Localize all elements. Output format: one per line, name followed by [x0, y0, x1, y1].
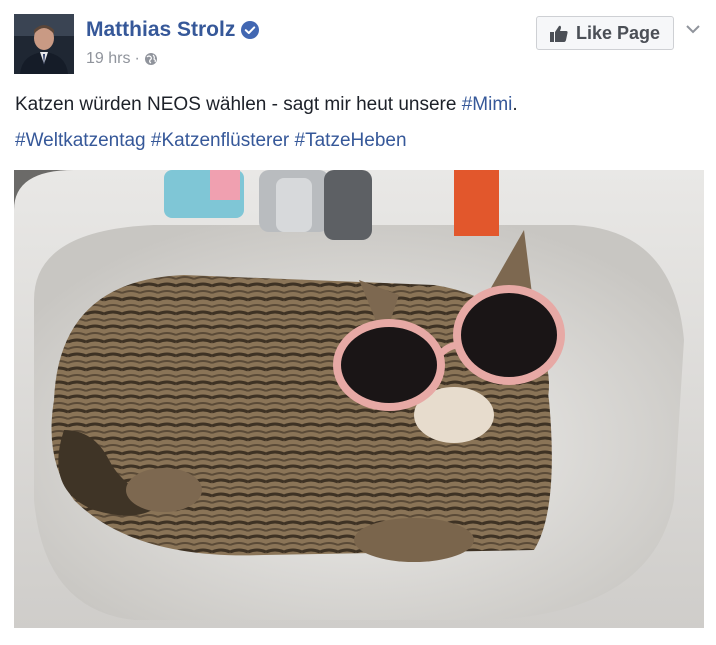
post-text-main: Katzen würden NEOS wählen - sagt mir heu…: [15, 94, 462, 115]
post-timestamp[interactable]: 19 hrs: [86, 50, 130, 68]
author-row: Matthias Strolz: [86, 18, 260, 42]
thumbs-up-icon: [549, 25, 568, 42]
hashtag-weltkatzentag[interactable]: #Weltkatzentag: [15, 130, 146, 151]
globe-icon[interactable]: [144, 52, 158, 66]
post-text-end: .: [512, 94, 518, 115]
hashtag-katzenfluesterer[interactable]: #Katzenflüsterer: [151, 130, 289, 151]
meta-separator: ·: [134, 50, 140, 67]
like-page-button[interactable]: Like Page: [536, 16, 674, 50]
author-name[interactable]: Matthias Strolz: [86, 18, 235, 42]
post-photo[interactable]: [14, 170, 704, 628]
post-meta: 19 hrs ·: [86, 50, 158, 68]
hashtag-tatzeheben[interactable]: #TatzeHeben: [295, 130, 407, 151]
post-text: Katzen würden NEOS wählen - sagt mir heu…: [15, 92, 518, 118]
like-page-label: Like Page: [575, 22, 661, 43]
hashtag-list: #Weltkatzentag #Katzenflüsterer #TatzeHe…: [15, 128, 407, 154]
avatar-image: [14, 14, 74, 74]
hashtag-mimi[interactable]: #Mimi: [462, 94, 513, 115]
chevron-down-icon[interactable]: [684, 22, 702, 36]
author-avatar[interactable]: [14, 14, 74, 74]
cat-in-sink-photo: [14, 170, 704, 628]
verified-badge-icon: [241, 21, 260, 39]
